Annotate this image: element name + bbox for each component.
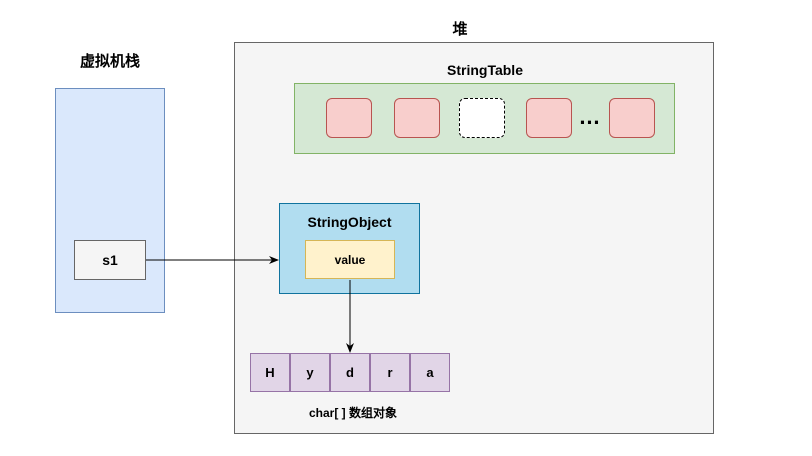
connector-arrows — [146, 256, 354, 353]
